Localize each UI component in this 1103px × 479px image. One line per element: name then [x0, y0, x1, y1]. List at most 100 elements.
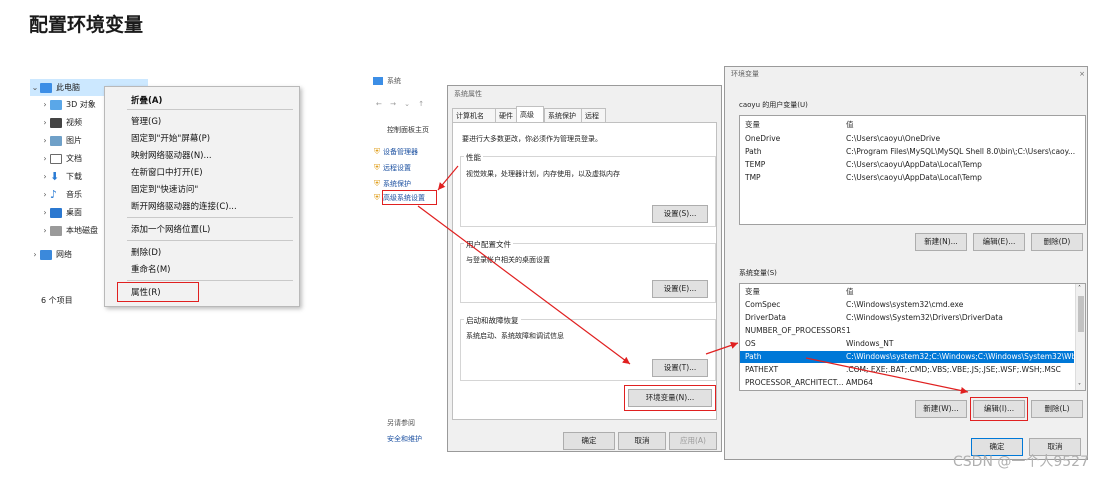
ok-button[interactable]: 确定 — [563, 432, 615, 450]
tab-computer-name[interactable]: 计算机名 — [452, 108, 496, 122]
user-vars-label: caoyu 的用户变量(U) — [739, 101, 808, 109]
control-panel-home-link[interactable]: 控制面板主页 — [387, 125, 429, 135]
menu-divider — [127, 217, 293, 218]
system-delete-button[interactable]: 删除(L) — [1031, 400, 1083, 418]
menu-item-collapse[interactable]: 折叠(A) — [131, 94, 162, 106]
chevron-right-icon[interactable]: › — [40, 172, 50, 181]
link-device-manager[interactable]: ⛨ 设备管理器 — [374, 147, 418, 157]
user-var-row[interactable]: TEMP C:\Users\caoyu\AppData\Local\Temp — [740, 159, 1085, 171]
user-new-button[interactable]: 新建(N)... — [915, 233, 967, 251]
chevron-right-icon[interactable]: › — [40, 208, 50, 217]
system-title-bar: 系统 — [373, 76, 401, 86]
sys-var-row[interactable]: PATHEXT .COM;.EXE;.BAT;.CMD;.VBS;.VBE;.J… — [740, 364, 1085, 376]
sys-var-row[interactable]: OS Windows_NT — [740, 338, 1085, 350]
menu-item-add-network-location[interactable]: 添加一个网络位置(L) — [131, 223, 210, 235]
video-icon — [50, 117, 62, 128]
document-icon — [50, 153, 62, 164]
tree-item-desktop[interactable]: › 桌面 — [40, 204, 82, 221]
sys-var-row[interactable]: DriverData C:\Windows\System32\Drivers\D… — [740, 312, 1085, 324]
chevron-down-icon[interactable]: ⌄ — [30, 83, 40, 92]
computer-icon — [373, 77, 383, 85]
highlight-env-button — [624, 385, 716, 411]
tree-item-downloads[interactable]: › ⬇ 下载 — [40, 168, 82, 185]
menu-item-manage[interactable]: 管理(G) — [131, 115, 161, 127]
user-var-row[interactable]: Path C:\Program Files\MySQL\MySQL Shell … — [740, 146, 1085, 158]
tree-item-music[interactable]: › ♪ 音乐 — [40, 186, 82, 203]
system-new-button[interactable]: 新建(W)... — [915, 400, 967, 418]
chevron-right-icon[interactable]: › — [40, 100, 50, 109]
tree-item-documents[interactable]: › 文档 — [40, 150, 82, 167]
computer-icon — [40, 82, 52, 93]
shield-icon: ⛨ — [374, 193, 380, 202]
group-title-performance: 性能 — [464, 152, 483, 163]
scroll-down-icon[interactable]: ˅ — [1078, 382, 1081, 390]
page-heading: 配置环境变量 — [29, 14, 144, 36]
tab-panel-advanced: 要进行大多数更改，你必须作为管理员登录。 性能 视觉效果，处理器计划，内存使用，… — [452, 122, 717, 420]
close-icon[interactable]: × — [1079, 69, 1085, 79]
scroll-up-icon[interactable]: ˄ — [1078, 284, 1081, 294]
user-delete-button[interactable]: 删除(D) — [1031, 233, 1083, 251]
chevron-right-icon[interactable]: › — [30, 250, 40, 259]
system-vars-list[interactable]: 变量 值 ComSpec C:\Windows\system32\cmd.exe… — [739, 283, 1086, 391]
performance-desc: 视觉效果，处理器计划，内存使用，以及虚拟内存 — [466, 170, 620, 178]
tab-remote[interactable]: 远程 — [581, 108, 606, 122]
system-vars-label: 系统变量(S) — [739, 269, 777, 277]
env-vars-dialog: 环境变量 × caoyu 的用户变量(U) 变量 值 OneDrive C:\U… — [724, 66, 1088, 460]
sys-var-row[interactable]: NUMBER_OF_PROCESSORS 1 — [740, 325, 1085, 337]
link-system-protection[interactable]: ⛨ 系统保护 — [374, 179, 411, 189]
group-title-user-profile: 用户配置文件 — [464, 239, 513, 250]
chevron-right-icon[interactable]: › — [40, 154, 50, 163]
link-remote-settings[interactable]: ⛨ 远程设置 — [374, 163, 411, 173]
chevron-right-icon[interactable]: › — [40, 190, 50, 199]
tab-system-protection[interactable]: 系统保护 — [544, 108, 582, 122]
menu-item-disconnect-drive[interactable]: 断开网络驱动器的连接(C)... — [131, 200, 237, 212]
startup-recovery-desc: 系统启动、系统故障和调试信息 — [466, 332, 564, 340]
menu-item-rename[interactable]: 重命名(M) — [131, 263, 170, 275]
chevron-right-icon[interactable]: › — [40, 226, 50, 235]
shield-icon: ⛨ — [374, 163, 380, 172]
user-var-row[interactable]: TMP C:\Users\caoyu\AppData\Local\Temp — [740, 172, 1085, 184]
scrollbar-thumb[interactable] — [1078, 296, 1084, 332]
startup-settings-button[interactable]: 设置(T)... — [652, 359, 708, 377]
profile-settings-button[interactable]: 设置(E)... — [652, 280, 708, 298]
sys-var-row[interactable]: PROCESSOR_ARCHITECT... AMD64 — [740, 377, 1085, 389]
group-title-startup-recovery: 启动和故障恢复 — [464, 315, 521, 326]
tree-item-3d-objects[interactable]: › 3D 对象 — [40, 96, 96, 113]
list-header: 变量 值 — [745, 120, 854, 129]
shield-icon: ⛨ — [374, 179, 380, 188]
system-window: 系统 ← → ⌄ ↑ 控制面板主页 ⛨ 设备管理器 ⛨ 远程设置 ⛨ 系统保护 … — [370, 72, 722, 452]
tree-item-pictures[interactable]: › 图片 — [40, 132, 82, 149]
chevron-right-icon[interactable]: › — [40, 118, 50, 127]
tab-advanced[interactable]: 高级 — [516, 106, 544, 123]
tree-item-network[interactable]: › 网络 — [30, 246, 72, 263]
menu-item-map-drive[interactable]: 映射网络驱动器(N)... — [131, 149, 212, 161]
security-maintenance-link[interactable]: 安全和维护 — [387, 434, 422, 444]
disk-icon — [50, 225, 62, 236]
env-dialog-title: 环境变量 — [731, 70, 759, 78]
performance-settings-button[interactable]: 设置(S)... — [652, 205, 708, 223]
user-vars-list[interactable]: 变量 值 OneDrive C:\Users\caoyu\OneDrive Pa… — [739, 115, 1086, 225]
menu-item-pin-start[interactable]: 固定到"开始"屏幕(P) — [131, 132, 210, 144]
dialog-title: 系统属性 — [454, 90, 482, 98]
apply-button[interactable]: 应用(A) — [669, 432, 717, 450]
menu-item-pin-quick-access[interactable]: 固定到"快速访问" — [131, 183, 198, 195]
user-var-row[interactable]: OneDrive C:\Users\caoyu\OneDrive — [740, 133, 1085, 145]
tab-hardware[interactable]: 硬件 — [495, 108, 517, 122]
sys-var-row[interactable]: ComSpec C:\Windows\system32\cmd.exe — [740, 299, 1085, 311]
sys-var-row-path-selected[interactable]: Path C:\Windows\system32;C:\Windows;C:\W… — [740, 351, 1076, 363]
shield-icon: ⛨ — [374, 147, 380, 156]
nav-arrows[interactable]: ← → ⌄ ↑ — [376, 99, 427, 109]
music-note-icon: ♪ — [50, 187, 58, 201]
system-properties-dialog: 系统属性 计算机名 硬件 高级 系统保护 远程 要进行大多数更改，你必须作为管理… — [447, 85, 722, 452]
tree-item-local-disk[interactable]: › 本地磁盘 — [40, 222, 98, 239]
menu-item-open-new-window[interactable]: 在新窗口中打开(E) — [131, 166, 203, 178]
tree-item-videos[interactable]: › 视频 — [40, 114, 82, 131]
list-header: 变量 值 — [745, 287, 854, 296]
user-edit-button[interactable]: 编辑(E)... — [973, 233, 1025, 251]
cancel-button[interactable]: 取消 — [618, 432, 666, 450]
scrollbar[interactable]: ˄ ˅ — [1075, 284, 1085, 390]
admin-note: 要进行大多数更改，你必须作为管理员登录。 — [462, 135, 602, 143]
chevron-right-icon[interactable]: › — [40, 136, 50, 145]
menu-item-delete[interactable]: 删除(D) — [131, 246, 161, 258]
desktop-icon — [50, 207, 62, 218]
